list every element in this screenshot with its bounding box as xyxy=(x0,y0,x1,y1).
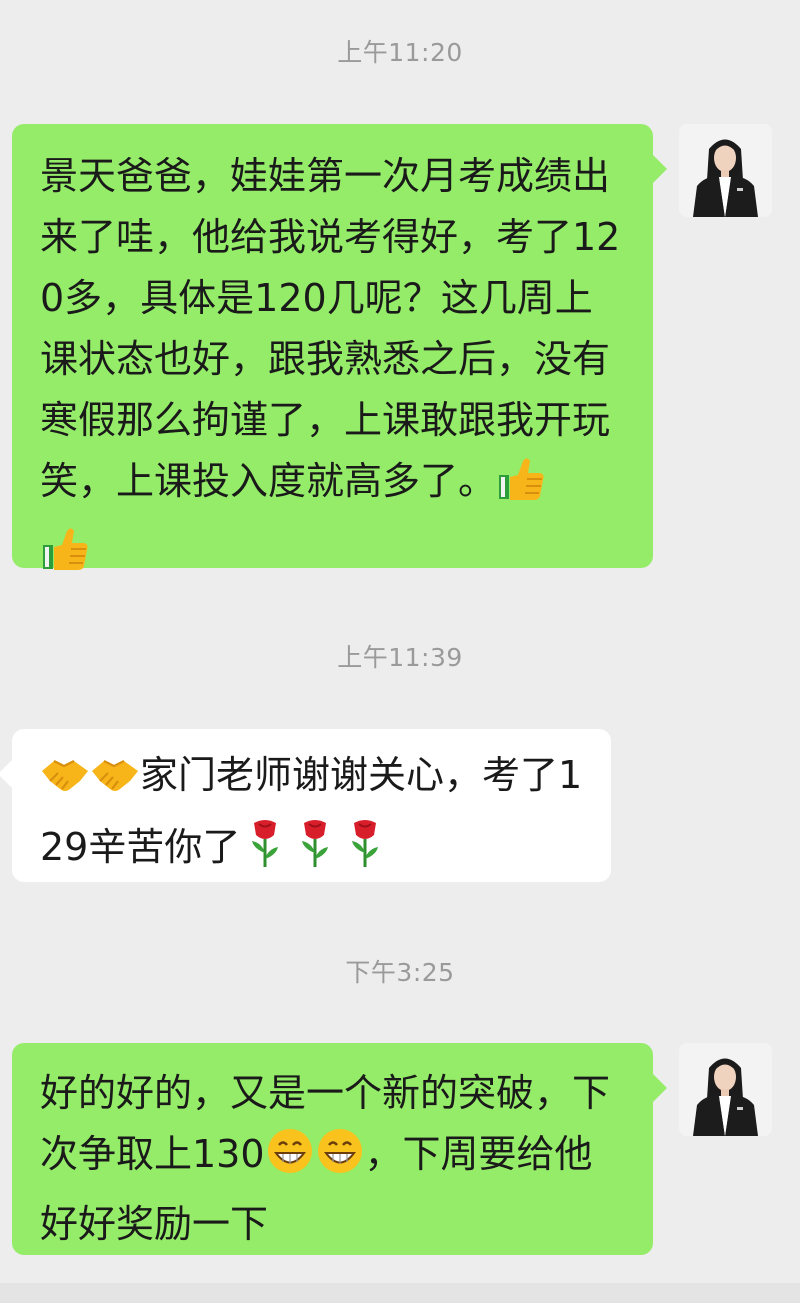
message-text: 景天爸爸，娃娃第一次月考成绩出来了哇，他给我说考得好，考了120多，具体是120… xyxy=(40,154,621,503)
avatar[interactable] xyxy=(679,124,772,217)
avatar[interactable] xyxy=(679,1043,772,1136)
grin-icon xyxy=(265,1126,315,1194)
thumbs-up-icon xyxy=(40,523,90,591)
bubble-tail xyxy=(653,1074,667,1102)
grin-icon xyxy=(315,1126,365,1194)
timestamp: 上午11:20 xyxy=(337,38,463,67)
message-bubble-incoming[interactable]: 家门老师谢谢关心，考了129辛苦你了 xyxy=(12,729,611,882)
chat-window: 上午11:20 景天爸爸，娃娃第一次月考成绩出来了哇，他给我说考得好，考了120… xyxy=(0,0,800,1303)
message-bubble-outgoing[interactable]: 景天爸爸，娃娃第一次月考成绩出来了哇，他给我说考得好，考了120多，具体是120… xyxy=(12,124,653,570)
handshake-icon xyxy=(40,753,90,815)
timestamp: 下午3:25 xyxy=(345,958,455,987)
bubble-tail xyxy=(0,760,12,788)
timestamp: 上午11:39 xyxy=(337,643,463,672)
thumbs-up-icon xyxy=(496,453,546,521)
rose-icon xyxy=(240,815,290,887)
bubble-tail xyxy=(653,155,667,183)
bottom-edge xyxy=(0,1283,800,1303)
rose-icon xyxy=(340,815,390,887)
rose-icon xyxy=(290,815,340,887)
handshake-icon xyxy=(90,753,140,815)
message-bubble-outgoing[interactable]: 好的好的，又是一个新的突破，下次争取上130 ，下周要给他好好奖励一下 xyxy=(12,1043,653,1255)
